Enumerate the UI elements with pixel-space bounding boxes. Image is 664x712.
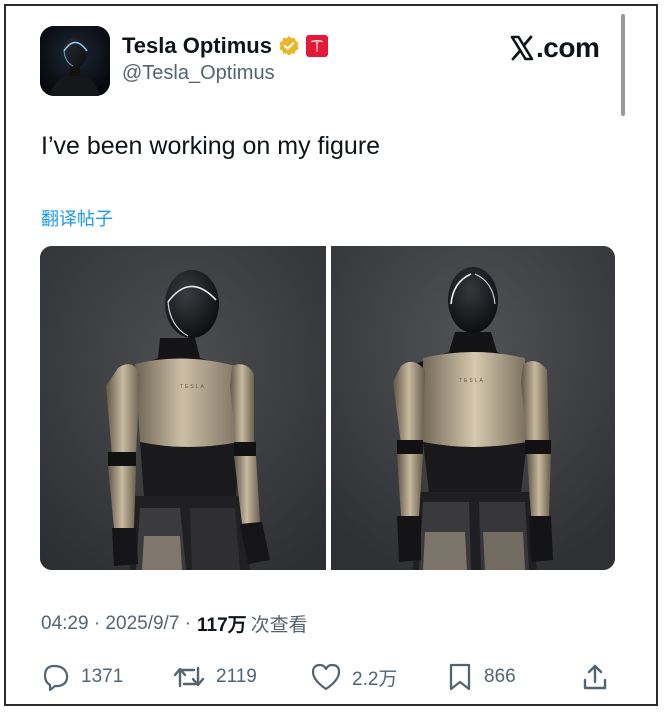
post-meta: 04:29 · 2025/9/7 · 117万 次查看: [41, 610, 308, 637]
verified-badge-icon: [278, 35, 300, 57]
bookmark-button[interactable]: 866: [446, 660, 516, 694]
svg-text:TESLA: TESLA: [180, 384, 206, 390]
author-handle[interactable]: @Tesla_Optimus: [122, 62, 275, 85]
reply-button[interactable]: 1371: [41, 660, 123, 694]
repost-button[interactable]: 2119: [172, 660, 257, 694]
post-actions-bar: 1371 2119 2.2万 866: [0, 660, 664, 694]
tesla-logo-icon: [305, 35, 328, 57]
post-image-right[interactable]: TESLA: [331, 246, 615, 570]
post-timestamp[interactable]: 04:29 · 2025/9/7 ·: [41, 613, 191, 635]
bookmark-count: 866: [484, 666, 516, 687]
author-avatar[interactable]: [40, 26, 110, 96]
bookmark-icon: [449, 663, 471, 691]
translate-post-link[interactable]: 翻译帖子: [41, 205, 113, 231]
share-button[interactable]: [580, 660, 610, 694]
repost-count: 2119: [216, 666, 257, 687]
post-image-left[interactable]: TESLA: [40, 246, 326, 570]
site-label: .com: [536, 32, 600, 63]
site-logo: .com: [509, 32, 600, 64]
views-label: 次查看: [250, 615, 308, 636]
views-count: 117万: [197, 615, 247, 636]
like-count: 2.2万: [352, 668, 398, 690]
author-name[interactable]: Tesla Optimus: [122, 33, 272, 59]
share-icon: [583, 664, 607, 690]
like-button[interactable]: 2.2万: [310, 660, 397, 694]
scrollbar[interactable]: [621, 14, 625, 116]
post-text: I’ve been working on my figure: [41, 132, 381, 160]
x-logo-icon: [510, 35, 534, 61]
author-name-row[interactable]: Tesla Optimus: [122, 32, 328, 60]
svg-text:TESLA: TESLA: [459, 378, 485, 384]
reply-icon: [43, 664, 69, 692]
reply-count: 1371: [81, 666, 124, 687]
repost-icon: [173, 666, 205, 688]
heart-icon: [311, 663, 341, 691]
